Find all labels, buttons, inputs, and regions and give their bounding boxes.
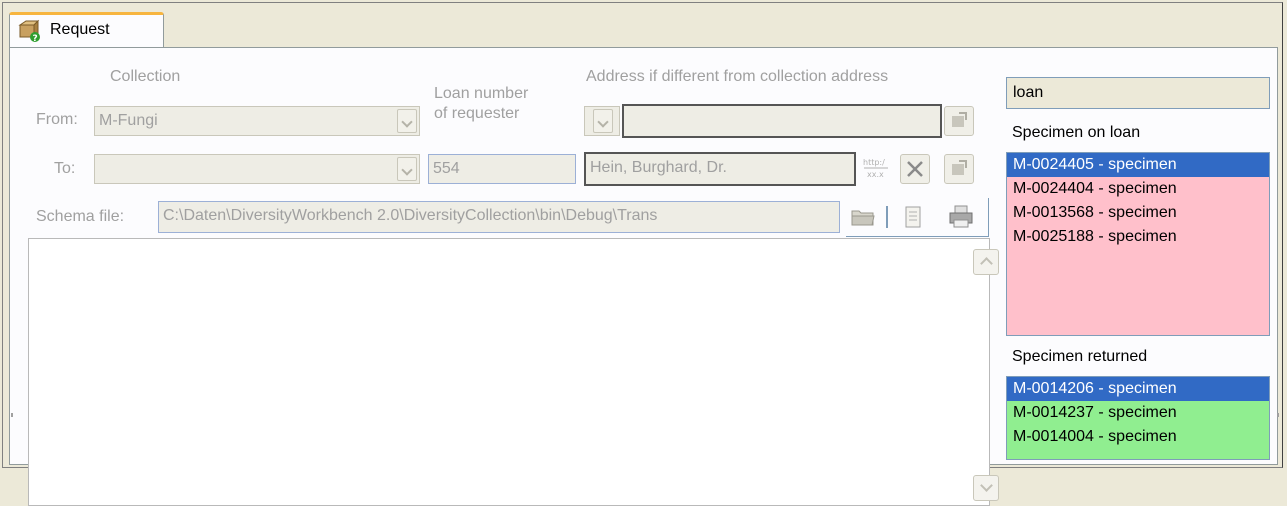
chevron-down-icon[interactable] [593,109,613,133]
printer-icon [949,205,973,228]
address-input[interactable] [622,104,942,138]
chevron-down-icon[interactable] [397,157,417,181]
http-link-icon[interactable]: http:/ xx.x [862,155,890,181]
tab-strip: ? Request [3,3,1282,48]
svg-text:xx.x: xx.x [867,170,884,179]
loan-title-field[interactable]: loan [1006,77,1270,109]
list-item[interactable]: M-0025188 - specimen [1007,225,1269,249]
to-label: To: [54,160,76,177]
address-label: Address if different from collection add… [586,68,889,85]
open-link-icon [952,112,967,127]
person-input[interactable]: Hein, Burghard, Dr. [584,152,856,186]
specimen-on-loan-label: Specimen on loan [1012,124,1141,141]
specimen-returned-list[interactable]: M-0014206 - specimen M-0014237 - specime… [1006,376,1270,460]
window-frame: ? Request Collection From: M-Fungi To: L… [2,2,1283,506]
open-link-icon [952,160,967,175]
left-splitter-grip[interactable] [11,413,13,417]
specimen-on-loan-list[interactable]: M-0024405 - specimen M-0024404 - specime… [1006,152,1270,336]
schema-toolbar [846,198,989,237]
schema-file-value: C:\Daten\DiversityWorkbench 2.0\Diversit… [163,207,658,224]
from-collection-value: M-Fungi [99,112,158,129]
tab-request-label: Request [50,21,110,38]
right-splitter-grip[interactable] [1277,413,1279,417]
list-item[interactable]: M-0014004 - specimen [1007,425,1269,449]
tab-request[interactable]: ? Request [9,12,164,48]
loan-number-input[interactable]: 554 [428,154,576,184]
package-request-icon: ? [18,19,42,44]
close-icon [907,161,923,177]
request-text-area[interactable] [28,238,999,506]
toolbar-separator [886,206,888,228]
person-value: Hein, Burghard, Dr. [590,159,727,176]
list-item[interactable]: M-0013568 - specimen [1007,201,1269,225]
schema-file-label: Schema file: [36,208,125,225]
loan-number-label-line2: of requester [434,105,520,122]
address-combo[interactable] [584,106,620,136]
list-item[interactable]: M-0014237 - specimen [1007,401,1269,425]
schema-file-input[interactable]: C:\Daten\DiversityWorkbench 2.0\Diversit… [158,201,840,233]
open-person-button[interactable] [944,154,974,184]
from-label: From: [36,111,78,128]
chevron-down-icon[interactable] [397,109,417,133]
scroll-up-button[interactable] [973,249,999,275]
to-collection-combo[interactable] [94,154,420,184]
folder-icon [851,210,875,226]
list-item[interactable]: M-0024404 - specimen [1007,177,1269,201]
svg-text:?: ? [33,34,38,43]
open-address-button[interactable] [944,106,974,136]
loan-title-value: loan [1013,84,1044,101]
scroll-down-button[interactable] [973,475,999,501]
svg-text:http:/: http:/ [863,158,885,167]
list-item[interactable]: M-0024405 - specimen [1007,153,1269,177]
specimen-returned-label: Specimen returned [1012,348,1148,365]
view-document-button[interactable] [898,202,928,232]
loan-number-value: 554 [433,160,460,177]
loan-number-label-line1: Loan number [434,85,529,102]
document-icon [905,206,921,228]
open-folder-button[interactable] [848,202,878,232]
clear-person-button[interactable] [900,154,930,184]
collection-label: Collection [110,68,181,85]
list-item[interactable]: M-0014206 - specimen [1007,377,1269,401]
print-button[interactable] [946,202,976,232]
request-panel: Collection From: M-Fungi To: Loan number… [9,47,1278,506]
from-collection-combo[interactable]: M-Fungi [94,106,420,136]
